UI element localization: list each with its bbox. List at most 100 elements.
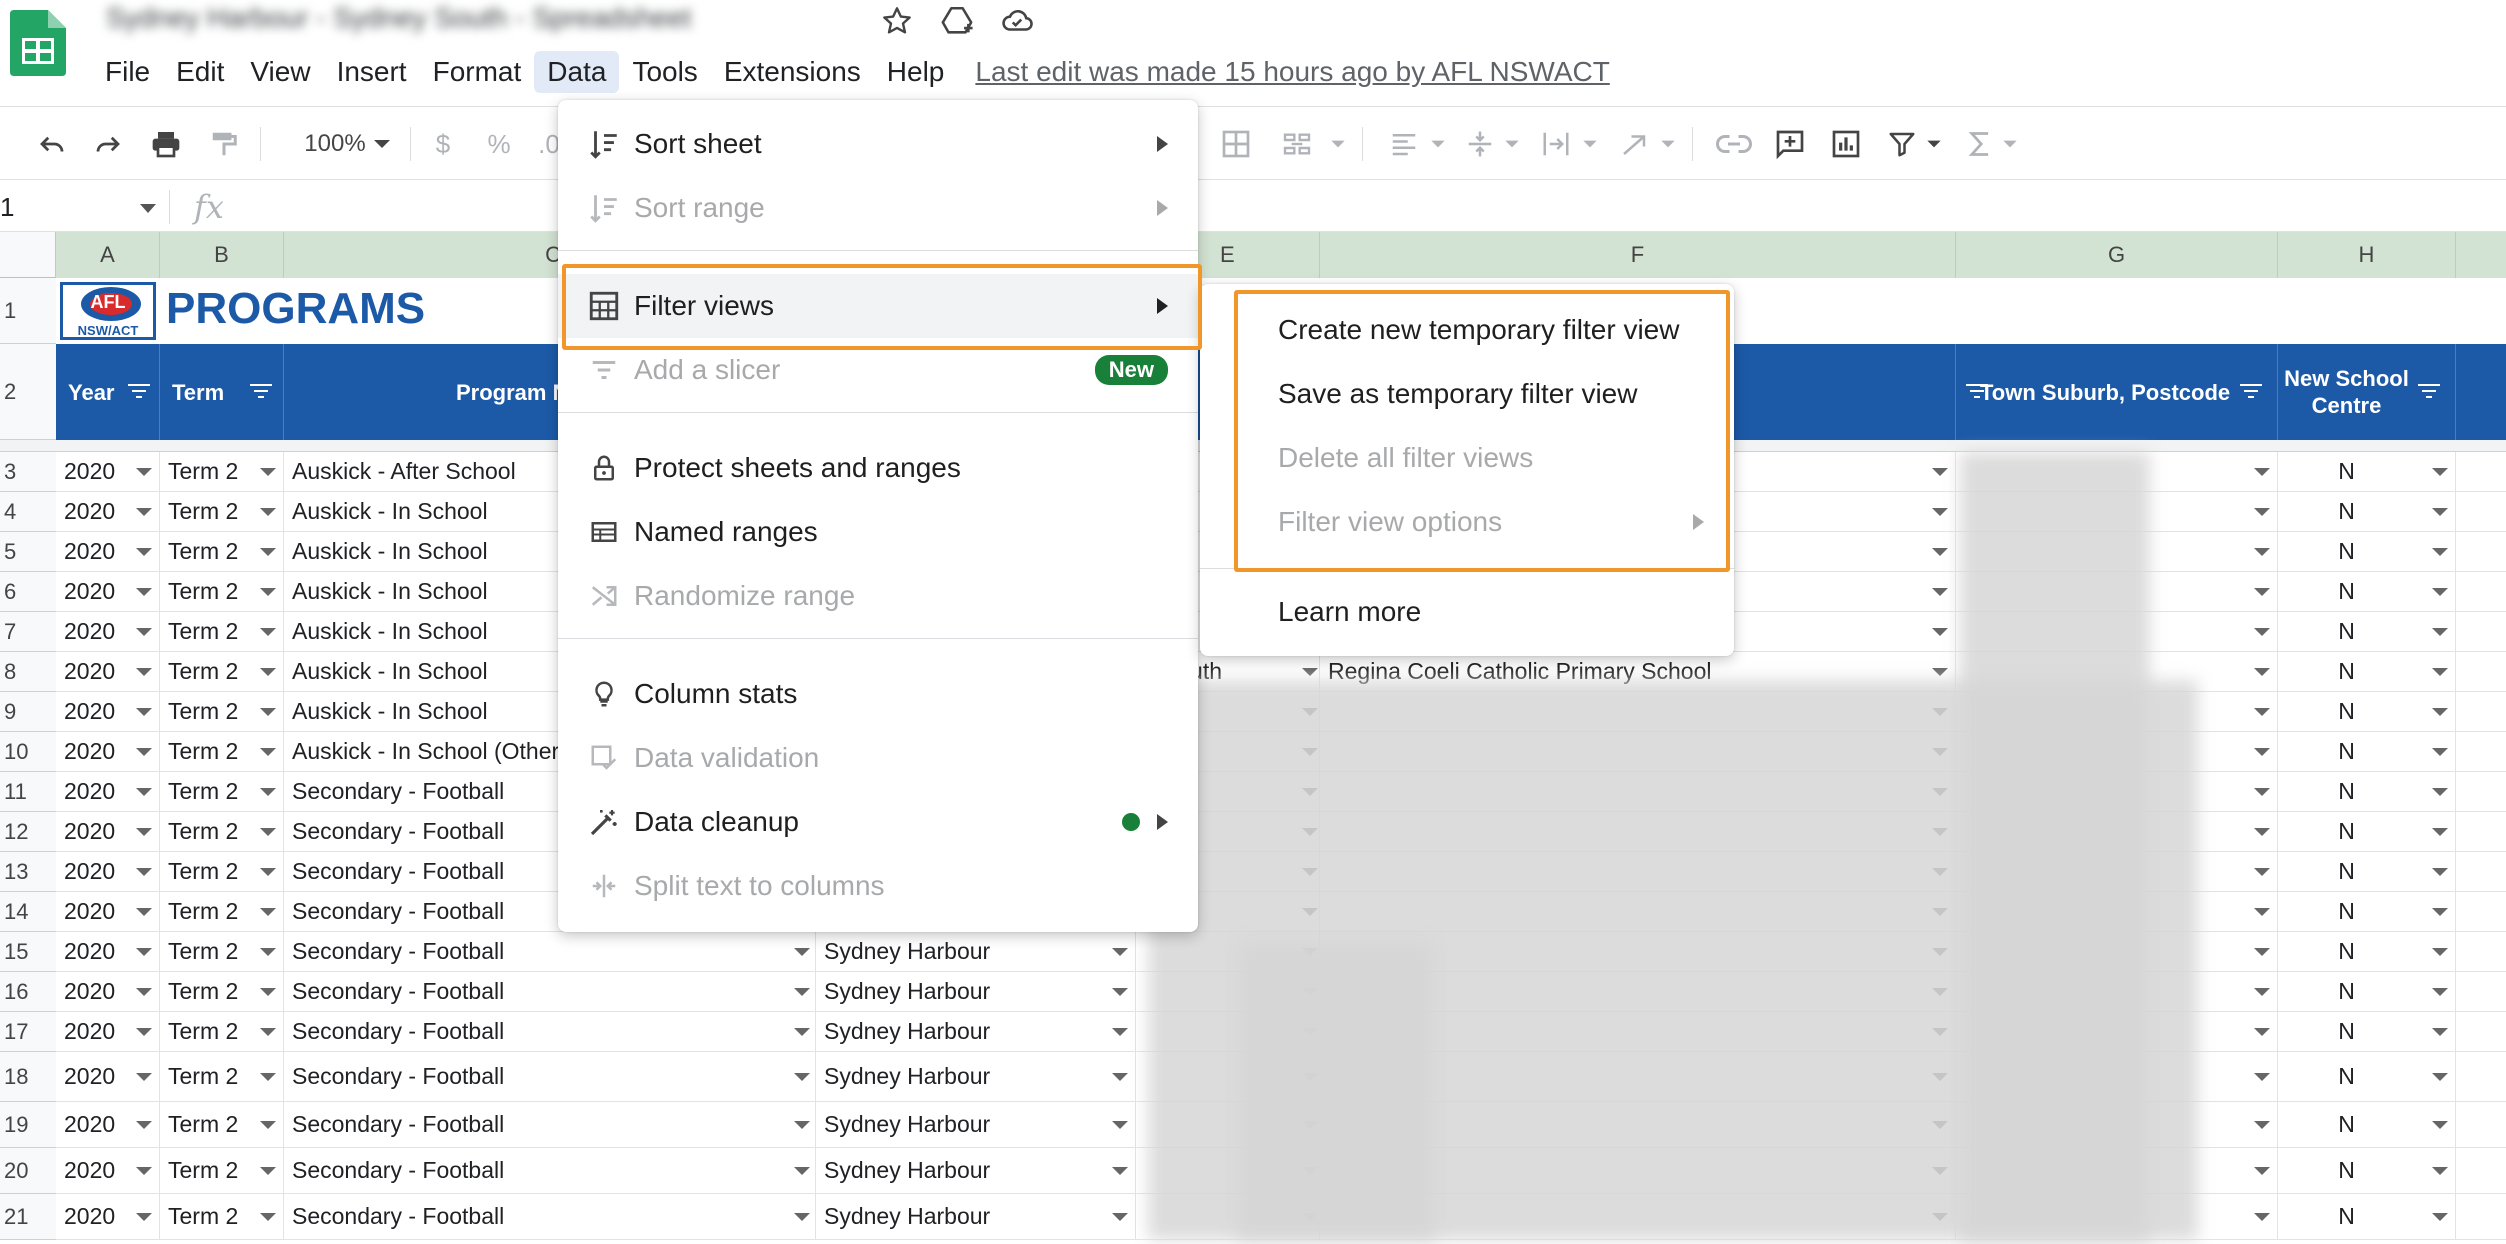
dropdown-chevron-icon[interactable]: [260, 547, 276, 556]
row-header[interactable]: 18: [0, 1052, 56, 1102]
dropdown-chevron-icon[interactable]: [136, 467, 152, 476]
row-header[interactable]: 5: [0, 532, 56, 572]
cell-new[interactable]: N: [2278, 1052, 2456, 1101]
dropdown-chevron-icon[interactable]: [136, 707, 152, 716]
dropdown-chevron-icon[interactable]: [2254, 947, 2270, 956]
cell-term[interactable]: Term 2: [160, 452, 284, 491]
vertical-align-icon[interactable]: [1460, 125, 1500, 163]
filter-chevron-down-icon[interactable]: [1924, 125, 1944, 163]
cell-new[interactable]: N: [2278, 972, 2456, 1011]
cell-program[interactable]: Secondary - Football: [284, 1148, 816, 1193]
row-header[interactable]: 17: [0, 1012, 56, 1052]
cell-term[interactable]: Term 2: [160, 572, 284, 611]
dropdown-chevron-icon[interactable]: [1932, 667, 1948, 676]
column-header-h[interactable]: H: [2278, 232, 2456, 278]
rotation-chevron-down-icon[interactable]: [1658, 125, 1678, 163]
star-icon[interactable]: [878, 2, 916, 40]
dropdown-chevron-icon[interactable]: [1302, 667, 1318, 676]
cell-program[interactable]: Secondary - Football: [284, 1052, 816, 1101]
dropdown-chevron-icon[interactable]: [260, 827, 276, 836]
dropdown-chevron-icon[interactable]: [136, 827, 152, 836]
print-icon[interactable]: [146, 125, 186, 163]
header-town-suburb[interactable]: Town Suburb, Postcode: [1956, 344, 2278, 440]
cell-year[interactable]: 2020: [56, 572, 160, 611]
menu-item-named-ranges[interactable]: Named ranges: [558, 500, 1198, 564]
dropdown-chevron-icon[interactable]: [2432, 467, 2448, 476]
dropdown-chevron-icon[interactable]: [1112, 1212, 1128, 1221]
cell-term[interactable]: Term 2: [160, 612, 284, 651]
cell-program[interactable]: Secondary - Football: [284, 1102, 816, 1147]
cell-program[interactable]: Secondary - Football: [284, 972, 816, 1011]
move-to-drive-icon[interactable]: [938, 2, 976, 40]
dropdown-chevron-icon[interactable]: [260, 467, 276, 476]
menu-insert[interactable]: Insert: [324, 51, 420, 93]
dropdown-chevron-icon[interactable]: [260, 907, 276, 916]
row-header[interactable]: 13: [0, 852, 56, 892]
row-header[interactable]: 20: [0, 1148, 56, 1194]
cell-new[interactable]: N: [2278, 852, 2456, 891]
cell-year[interactable]: 2020: [56, 1102, 160, 1147]
header-term[interactable]: Term: [160, 344, 284, 440]
dropdown-chevron-icon[interactable]: [136, 627, 152, 636]
menu-file[interactable]: File: [92, 51, 163, 93]
cell-new[interactable]: N: [2278, 652, 2456, 691]
column-header-i[interactable]: [2456, 232, 2506, 278]
dropdown-chevron-icon[interactable]: [794, 1027, 810, 1036]
cell-year[interactable]: 2020: [56, 1012, 160, 1051]
cell-new[interactable]: N: [2278, 692, 2456, 731]
dropdown-chevron-icon[interactable]: [2432, 1166, 2448, 1175]
dropdown-chevron-icon[interactable]: [136, 947, 152, 956]
menu-item-add-slicer[interactable]: Add a slicer New: [558, 338, 1198, 402]
text-wrapping-icon[interactable]: [1536, 125, 1576, 163]
menu-item-delete-all-filter-views[interactable]: Delete all filter views: [1200, 426, 1734, 490]
cell-year[interactable]: 2020: [56, 932, 160, 971]
dropdown-chevron-icon[interactable]: [1112, 1120, 1128, 1129]
dropdown-chevron-icon[interactable]: [794, 1212, 810, 1221]
select-all-corner[interactable]: [0, 232, 56, 278]
dropdown-chevron-icon[interactable]: [2432, 667, 2448, 676]
dropdown-chevron-icon[interactable]: [2432, 787, 2448, 796]
dropdown-chevron-icon[interactable]: [260, 987, 276, 996]
wrap-chevron-down-icon[interactable]: [1580, 125, 1600, 163]
dropdown-chevron-icon[interactable]: [1112, 987, 1128, 996]
cell-new[interactable]: N: [2278, 532, 2456, 571]
dropdown-chevron-icon[interactable]: [2432, 627, 2448, 636]
cell-term[interactable]: Term 2: [160, 812, 284, 851]
dropdown-chevron-icon[interactable]: [2254, 507, 2270, 516]
cell-year[interactable]: 2020: [56, 652, 160, 691]
cell-new[interactable]: N: [2278, 932, 2456, 971]
cell-new[interactable]: N: [2278, 772, 2456, 811]
cell-year[interactable]: 2020: [56, 1194, 160, 1239]
filter-icon[interactable]: [1882, 125, 1922, 163]
menu-item-filter-view-options[interactable]: Filter view options: [1200, 490, 1734, 554]
dropdown-chevron-icon[interactable]: [2254, 867, 2270, 876]
cell-term[interactable]: Term 2: [160, 492, 284, 531]
dropdown-chevron-icon[interactable]: [2254, 907, 2270, 916]
dropdown-chevron-icon[interactable]: [2254, 627, 2270, 636]
row-header[interactable]: 10: [0, 732, 56, 772]
row-header[interactable]: 2: [0, 344, 56, 440]
menu-item-data-cleanup[interactable]: Data cleanup: [558, 790, 1198, 854]
dropdown-chevron-icon[interactable]: [1932, 547, 1948, 556]
dropdown-chevron-icon[interactable]: [2432, 827, 2448, 836]
row-header[interactable]: 15: [0, 932, 56, 972]
dropdown-chevron-icon[interactable]: [2254, 1072, 2270, 1081]
column-filter-icon[interactable]: [2240, 384, 2262, 400]
cell-region[interactable]: Sydney Harbour: [816, 1012, 1136, 1051]
cell-year[interactable]: 2020: [56, 812, 160, 851]
row-header[interactable]: 4: [0, 492, 56, 532]
menu-item-randomize-range[interactable]: Randomize range: [558, 564, 1198, 628]
column-filter-icon[interactable]: [128, 384, 150, 400]
cell-region[interactable]: Sydney Harbour: [816, 1194, 1136, 1239]
dropdown-chevron-icon[interactable]: [136, 667, 152, 676]
dropdown-chevron-icon[interactable]: [260, 627, 276, 636]
menu-view[interactable]: View: [237, 51, 323, 93]
cell-new[interactable]: N: [2278, 1102, 2456, 1147]
cell-year[interactable]: 2020: [56, 492, 160, 531]
cell-year[interactable]: 2020: [56, 772, 160, 811]
column-header-b[interactable]: B: [160, 232, 284, 278]
row-header[interactable]: 19: [0, 1102, 56, 1148]
dropdown-chevron-icon[interactable]: [136, 1120, 152, 1129]
cloud-saved-icon[interactable]: [998, 2, 1036, 40]
dropdown-chevron-icon[interactable]: [136, 507, 152, 516]
